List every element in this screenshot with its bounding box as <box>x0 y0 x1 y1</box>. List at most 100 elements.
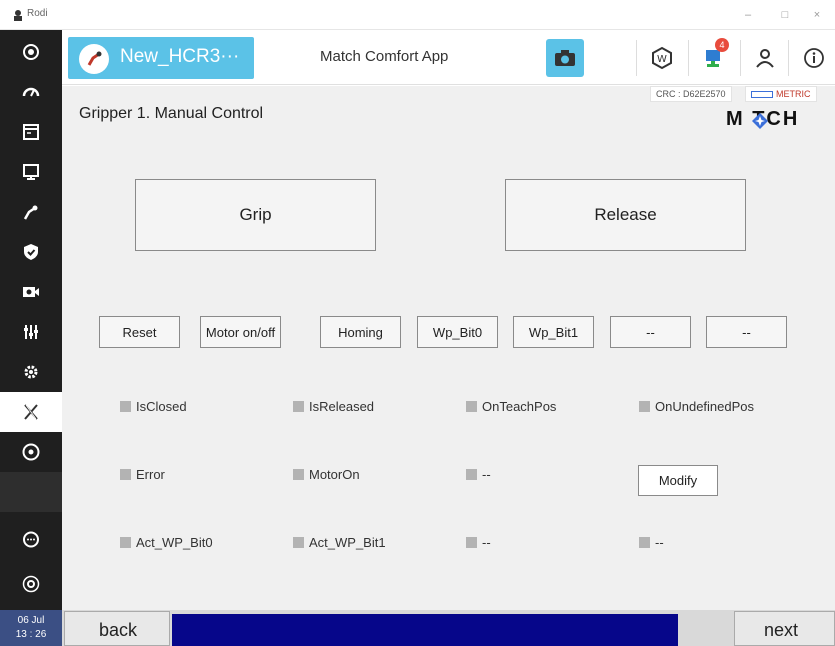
maximize-button[interactable]: □ <box>773 5 797 25</box>
crc-label: CRC : D62E2570 <box>650 86 732 102</box>
sidebar-item-terminal[interactable] <box>0 112 62 152</box>
header-separator <box>788 40 789 76</box>
status-led <box>293 401 304 412</box>
reset-button[interactable]: Reset <box>99 316 180 348</box>
main-content: CRC : D62E2570 METRIC M TCH Gripper 1. M… <box>62 86 835 610</box>
close-button[interactable]: × <box>805 5 829 25</box>
sidebar-item-monitor[interactable] <box>0 152 62 192</box>
unused-button[interactable]: -- <box>610 316 691 348</box>
svg-text:W: W <box>657 54 667 65</box>
progress-bar <box>172 614 678 646</box>
status-led <box>293 537 304 548</box>
robot-arm-icon <box>23 205 38 220</box>
homing-button[interactable]: Homing <box>320 316 401 348</box>
info-icon <box>804 48 824 68</box>
units-label: METRIC <box>776 89 811 99</box>
program-name: New_HCR3··· <box>120 46 240 67</box>
status-label: IsClosed <box>136 399 187 414</box>
sidebar-item-chat[interactable] <box>0 520 62 560</box>
status-label: -- <box>482 467 491 482</box>
modify-button[interactable]: Modify <box>638 465 718 496</box>
user-button[interactable] <box>751 44 779 72</box>
status-led <box>639 401 650 412</box>
release-button[interactable]: Release <box>505 179 746 251</box>
back-button[interactable]: back <box>64 611 170 646</box>
workspace-button[interactable]: W <box>648 44 676 72</box>
status-led <box>293 469 304 480</box>
status-led <box>466 469 477 480</box>
sidebar: 06 Jul 13 : 26 <box>0 30 62 646</box>
status-unused: -- <box>466 467 491 482</box>
notification-badge: 4 <box>715 38 729 52</box>
status-led <box>639 537 650 548</box>
sidebar-item-disc[interactable] <box>0 432 62 472</box>
status-led <box>466 537 477 548</box>
next-button[interactable]: next <box>734 611 835 646</box>
status-label: Act_WP_Bit1 <box>309 535 386 550</box>
info-button[interactable] <box>800 44 828 72</box>
wp-bit1-button[interactable]: Wp_Bit1 <box>513 316 594 348</box>
sidebar-item-settings-sliders[interactable] <box>0 312 62 352</box>
units-badge: METRIC <box>745 86 817 102</box>
disc-icon <box>22 443 40 461</box>
header: New_HCR3··· Match Comfort App W 4 <box>62 30 835 85</box>
network-button[interactable]: 4 <box>700 38 729 72</box>
status-unused: -- <box>639 535 664 550</box>
minimize-button[interactable]: – <box>736 5 760 25</box>
program-selector[interactable]: New_HCR3··· <box>68 37 254 79</box>
status-led <box>120 537 131 548</box>
status-led <box>466 401 477 412</box>
speed-gauge-icon <box>22 87 40 97</box>
sidebar-item-camera[interactable] <box>0 272 62 312</box>
status-label: -- <box>655 535 664 550</box>
status-label: MotorOn <box>309 467 360 482</box>
header-separator <box>688 40 689 76</box>
logo-icon <box>23 44 39 60</box>
clock-time: 13 : 26 <box>15 629 47 640</box>
brand-star-icon <box>752 113 768 129</box>
user-icon <box>756 49 774 68</box>
sidebar-item-speed[interactable] <box>0 72 62 112</box>
app-name: Match Comfort App <box>320 48 449 65</box>
sidebar-item-robot[interactable] <box>0 192 62 232</box>
sliders-icon <box>24 325 38 339</box>
camera-icon <box>555 50 575 66</box>
program-logo <box>79 44 109 74</box>
status-error: Error <box>120 467 165 482</box>
status-motor-on: MotorOn <box>293 467 360 482</box>
status-act-wp-bit1: Act_WP_Bit1 <box>293 535 386 550</box>
status-on-teach-pos: OnTeachPos <box>466 399 556 414</box>
unused-button[interactable]: -- <box>706 316 787 348</box>
status-is-closed: IsClosed <box>120 399 187 414</box>
clock: 06 Jul 13 : 26 <box>0 610 62 646</box>
sidebar-item-safety[interactable] <box>0 232 62 272</box>
page-title: Gripper 1. Manual Control <box>79 105 264 122</box>
motor-toggle-button[interactable]: Motor on/off <box>200 316 281 348</box>
gear-icon <box>24 365 38 379</box>
status-is-released: IsReleased <box>293 399 374 414</box>
camera-button[interactable] <box>546 39 584 77</box>
wp-bit0-button[interactable]: Wp_Bit0 <box>417 316 498 348</box>
sidebar-item-x-app[interactable] <box>0 392 62 432</box>
status-label: Error <box>136 467 165 482</box>
header-separator <box>740 40 741 76</box>
clock-date: 06 Jul <box>17 615 45 626</box>
app-icon <box>14 10 22 21</box>
sidebar-item-gear[interactable] <box>0 352 62 392</box>
status-label: Act_WP_Bit0 <box>136 535 213 550</box>
w-badge-icon: W <box>652 46 672 70</box>
status-label: OnUndefinedPos <box>655 399 755 414</box>
status-on-undefined-pos: OnUndefinedPos <box>639 399 754 414</box>
status-label: IsReleased <box>309 399 375 414</box>
status-label: OnTeachPos <box>482 399 557 414</box>
status-led <box>120 401 131 412</box>
window-title: Rodi <box>27 8 48 19</box>
sidebar-item-joystick[interactable] <box>0 564 62 604</box>
sidebar-item-logo[interactable] <box>0 32 62 72</box>
ruler-icon <box>751 91 773 99</box>
shield-icon <box>24 244 38 260</box>
status-led <box>120 469 131 480</box>
joystick-icon <box>22 575 40 593</box>
sidebar-item-empty <box>0 472 62 512</box>
grip-button[interactable]: Grip <box>135 179 376 251</box>
